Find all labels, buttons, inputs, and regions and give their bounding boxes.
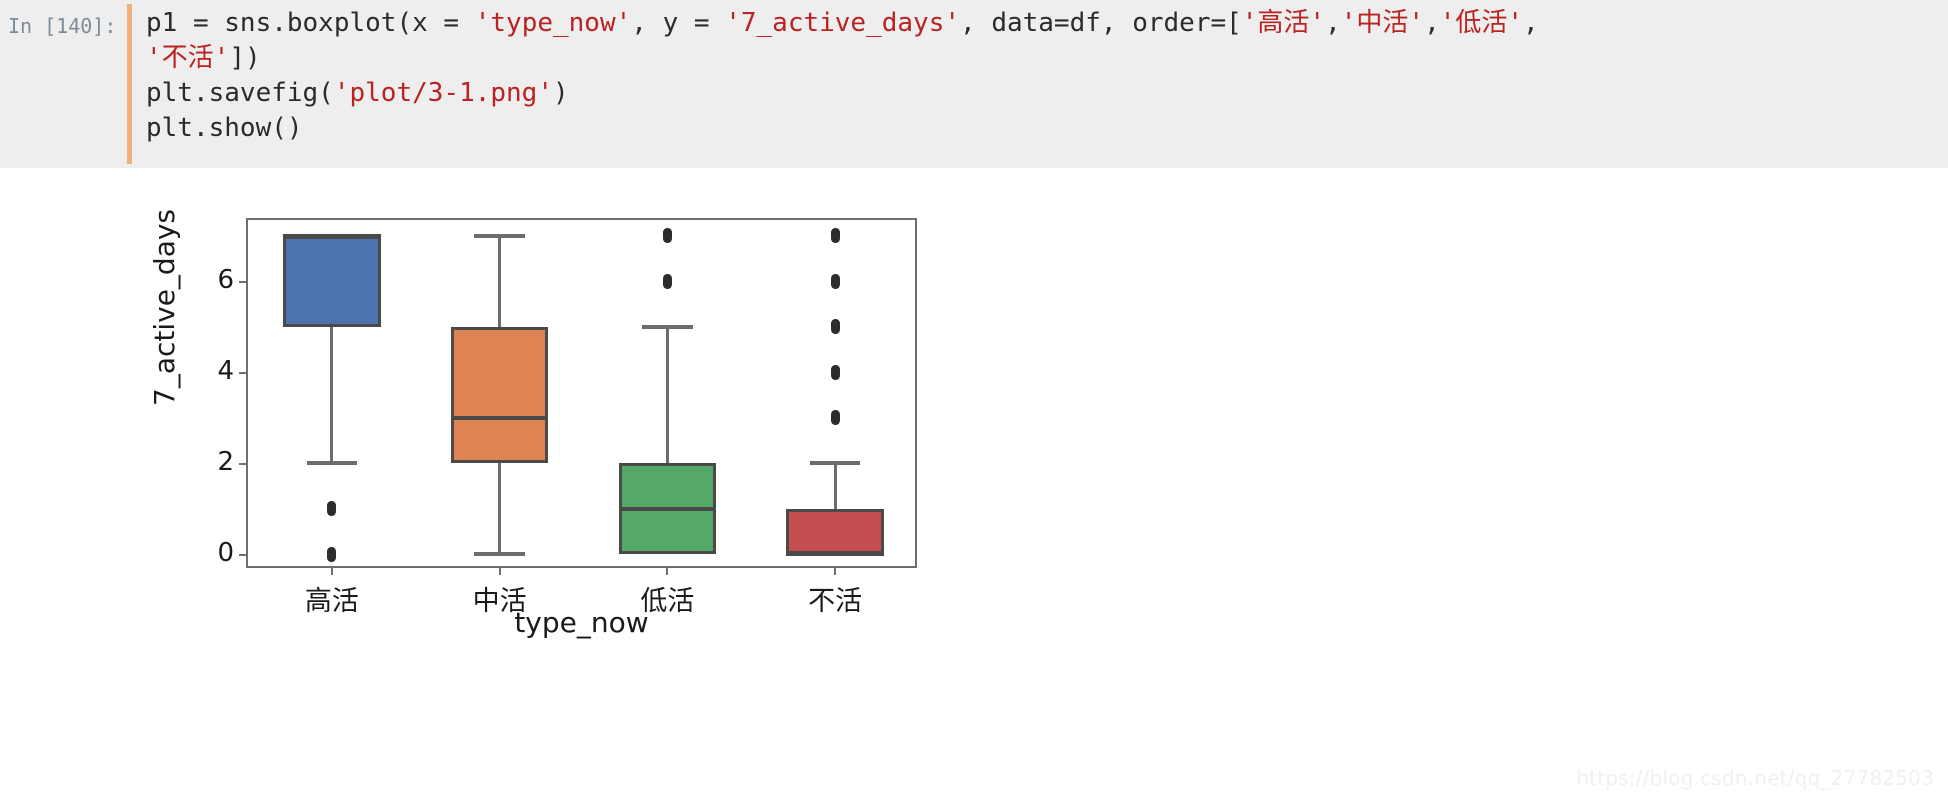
y-axis-label: 7_active_days: [148, 208, 181, 406]
code-token: ,: [1424, 8, 1440, 38]
code-string-token: '7_active_days': [725, 8, 961, 38]
code-string-token: '中活': [1340, 8, 1425, 38]
code-token: ]): [229, 43, 261, 73]
x-tick-mark: [834, 566, 837, 575]
code-token: ): [553, 78, 569, 108]
watermark-text: https://blog.csdn.net/qq_27782503: [1576, 766, 1934, 790]
cell-prompt-label: In [140]:: [8, 14, 117, 38]
code-string-token: '不活': [146, 43, 230, 73]
code-line-2: '不活']): [146, 41, 1948, 76]
plot-axes: 0 2 4 6 高活 中活 低活 不活: [217, 218, 917, 617]
y-tick-label-4: 4: [217, 356, 234, 387]
code-string-token: 'type_now': [474, 8, 632, 38]
x-tick-label-0: 高活: [304, 586, 359, 617]
y-tick-mark: [239, 372, 248, 375]
notebook-input-cell[interactable]: In [140]: p1 = sns.boxplot(x = 'type_now…: [0, 0, 1948, 168]
upper-whisker-cap: [809, 461, 861, 466]
y-tick-label-0: 0: [217, 538, 234, 569]
outlier-point: [830, 228, 840, 244]
code-editor[interactable]: p1 = sns.boxplot(x = 'type_now', y = '7_…: [146, 6, 1948, 146]
boxplot-figure: 7_active_days type_now 0246 高活 中活 低活 不活 htt…: [0, 168, 1948, 800]
x-tick-mark: [498, 566, 501, 575]
outlier-point: [830, 364, 840, 380]
x-tick-mark: [666, 566, 669, 575]
code-token: plt.savefig(: [146, 78, 334, 108]
cell-selection-bar: [127, 4, 132, 164]
x-tick-mark: [330, 566, 333, 575]
code-line-3: plt.savefig('plot/3-1.png'): [146, 76, 1948, 111]
y-tick-mark: [239, 463, 248, 466]
code-line-1: p1 = sns.boxplot(x = 'type_now', y = '7_…: [146, 6, 1948, 41]
code-string-token: 'plot/3-1.png': [333, 78, 553, 108]
median-line-3: [786, 552, 884, 557]
outlier-point: [830, 319, 840, 335]
code-token: ,: [1523, 8, 1539, 38]
code-string-token: '高活': [1241, 8, 1326, 38]
outlier-point: [830, 410, 840, 426]
x-tick-label-3: 不活: [808, 586, 863, 617]
code-token: , data=df, order=[: [960, 8, 1242, 38]
x-tick-label-2: 低活: [640, 586, 695, 617]
upper-whisker: [833, 463, 837, 509]
outlier-point: [830, 273, 840, 289]
y-tick-mark: [239, 281, 248, 284]
code-line-4: plt.show(): [146, 111, 1948, 146]
code-token: , y =: [631, 8, 726, 38]
code-token: p1 = sns.boxplot(x =: [146, 8, 475, 38]
y-tick-label-6: 6: [217, 265, 234, 296]
boxplot-group-3: [248, 220, 915, 566]
y-tick-label-2: 2: [217, 447, 234, 478]
code-token: plt.show(): [146, 113, 303, 143]
box-rect-3: [786, 508, 884, 555]
code-token: ,: [1325, 8, 1341, 38]
code-string-token: '低活': [1439, 8, 1524, 38]
x-tick-label-1: 中活: [472, 586, 527, 617]
y-tick-mark: [239, 554, 248, 557]
